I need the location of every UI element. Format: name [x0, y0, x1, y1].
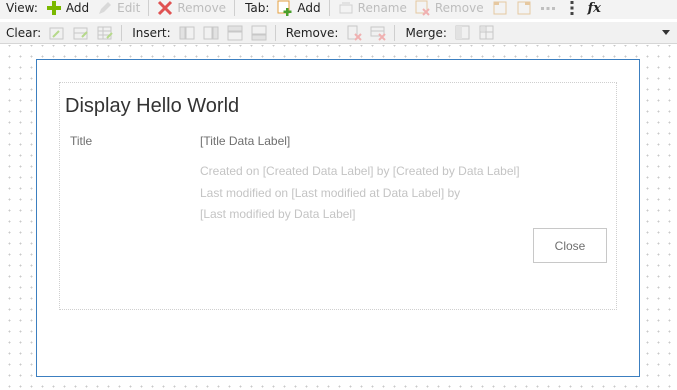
remove-group-label: Remove: [285, 25, 339, 40]
ellipsis-icon [540, 0, 556, 16]
insert-column-left-icon [179, 25, 195, 41]
remove-x-icon [157, 0, 173, 16]
tab-left-icon [492, 0, 508, 16]
merge-cells-icon [455, 25, 471, 41]
title-data-label[interactable]: [Title Data Label] [200, 134, 290, 148]
edit-view-label: Edit [117, 1, 141, 15]
rename-tab-button[interactable]: Rename [334, 0, 411, 18]
insert-row-above-button[interactable] [223, 23, 247, 43]
clear-table-button[interactable] [93, 23, 117, 43]
toolbar-divider [234, 0, 236, 16]
merge-cells-button[interactable] [451, 23, 475, 43]
created-info-label: Created on [Created Data Label] by [Crea… [200, 164, 520, 178]
vertical-dots-icon [564, 0, 580, 16]
toolbar-divider [394, 24, 396, 41]
title-field-label: Title [70, 134, 93, 148]
move-tab-left-button[interactable] [488, 0, 512, 18]
remove-view-button[interactable]: Remove [153, 0, 230, 18]
plus-icon [46, 0, 62, 16]
insert-column-left-button[interactable] [175, 23, 199, 43]
tab-group-label: Tab: [245, 1, 270, 15]
close-button[interactable]: Close [533, 228, 607, 263]
modified-by-label: [Last modified by Data Label] [200, 207, 356, 221]
expression-button[interactable]: fx [584, 0, 605, 18]
remove-row-icon [370, 25, 387, 41]
toolbar-divider [328, 0, 330, 16]
view-group-label: View: [6, 1, 38, 15]
split-cells-button[interactable] [475, 23, 499, 43]
clear-cell-button[interactable] [45, 23, 69, 43]
tab-right-icon [516, 0, 532, 16]
split-cells-icon [479, 25, 495, 41]
merge-group-label: Merge: [405, 25, 447, 40]
add-view-label: Add [65, 1, 90, 15]
remove-column-button[interactable] [342, 23, 366, 43]
add-view-button[interactable]: Add [42, 0, 93, 18]
insert-row-above-icon [227, 25, 243, 41]
vertical-menu-button[interactable] [560, 0, 584, 18]
toolbar-divider [148, 0, 150, 16]
pencil-icon [97, 0, 113, 16]
remove-tab-button[interactable]: Remove [411, 0, 488, 18]
insert-column-right-icon [203, 25, 219, 41]
insert-column-right-button[interactable] [199, 23, 223, 43]
fx-icon: fx [587, 0, 601, 16]
move-tab-right-button[interactable] [512, 0, 536, 18]
insert-group-label: Insert: [132, 25, 171, 40]
edit-view-button[interactable]: Edit [93, 0, 144, 18]
rename-icon [338, 0, 354, 16]
clear-row-button[interactable] [69, 23, 93, 43]
clear-table-icon [97, 25, 113, 41]
add-tab-label: Add [297, 1, 321, 15]
page-title: Display Hello World [65, 95, 240, 117]
clear-row-icon [73, 25, 89, 41]
clear-group-label: Clear: [6, 25, 42, 40]
add-tab-button[interactable]: Add [273, 0, 324, 18]
toolbar-divider [121, 24, 123, 41]
remove-view-label: Remove [177, 1, 227, 15]
remove-tab-label: Remove [434, 1, 484, 15]
insert-row-below-button[interactable] [247, 23, 271, 43]
remove-column-icon [346, 25, 363, 41]
remove-tab-icon [415, 0, 431, 16]
toolbar-overflow-chevron-icon[interactable] [661, 26, 671, 40]
view-toolbar: View: Add Edit Remove Tab: Add Rename Re… [0, 0, 677, 19]
rename-tab-label: Rename [357, 1, 407, 15]
table-toolbar: Clear: Insert: Remove: Merge: [0, 22, 677, 44]
clear-cell-icon [49, 25, 65, 41]
add-tab-icon [277, 0, 293, 16]
more-options-button[interactable] [536, 0, 560, 18]
insert-row-below-icon [251, 25, 267, 41]
toolbar-divider [274, 24, 276, 41]
modified-info-label: Last modified on [Last modified at Data … [200, 186, 461, 200]
remove-row-button[interactable] [366, 23, 390, 43]
